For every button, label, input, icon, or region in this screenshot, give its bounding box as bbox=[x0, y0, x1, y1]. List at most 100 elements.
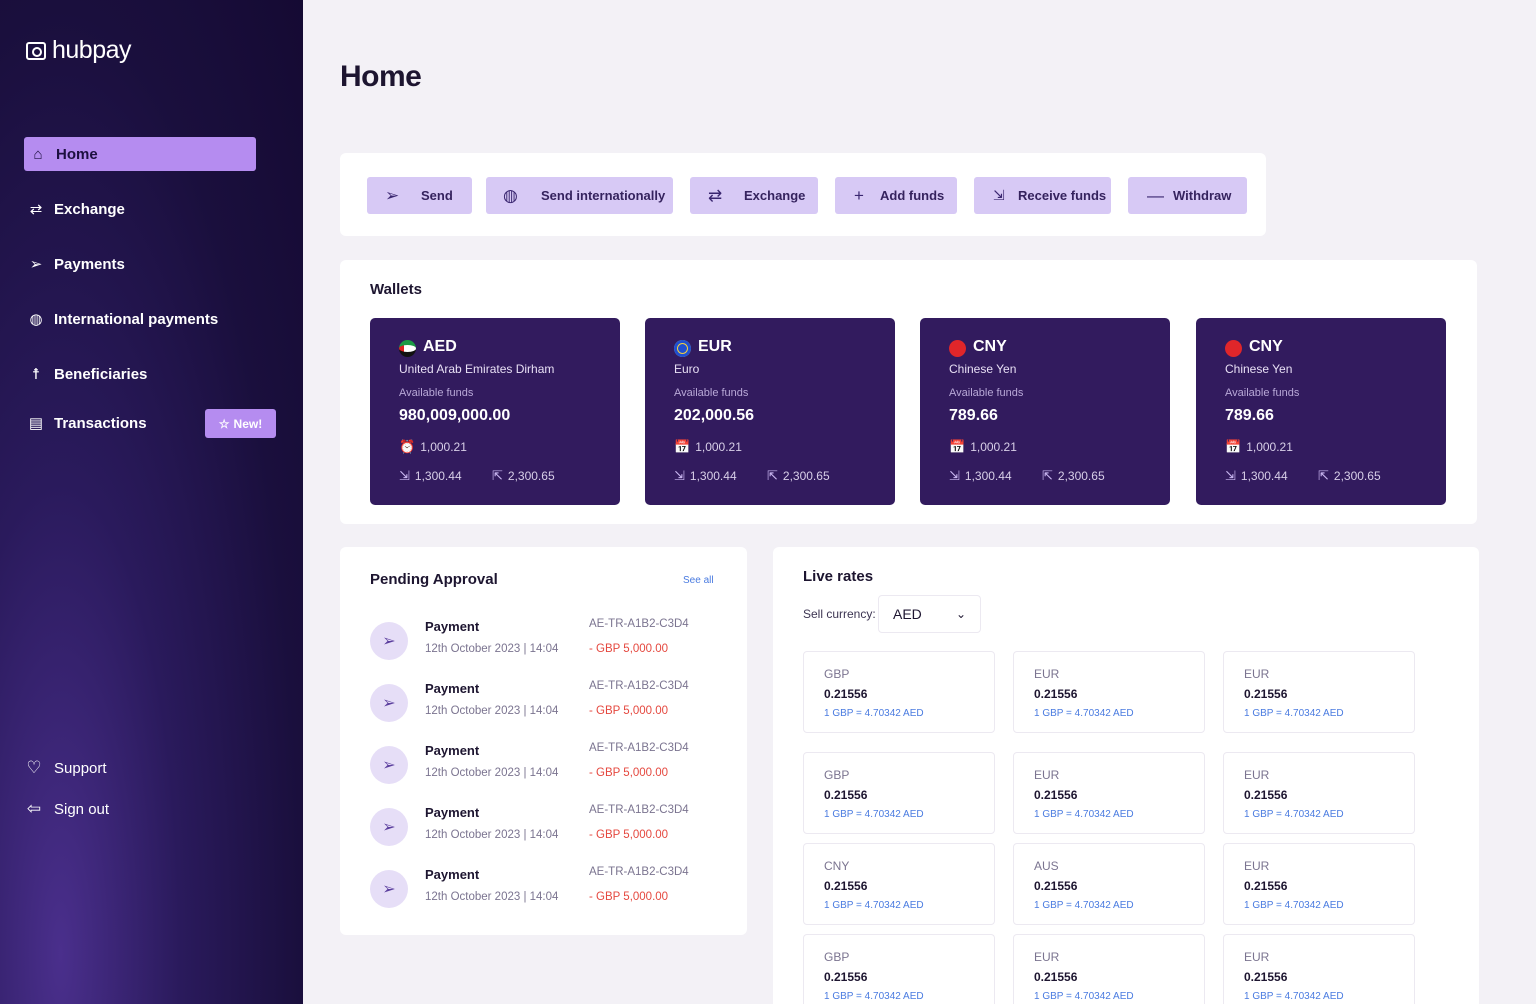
pending-item-ref: AE-TR-A1B2-C3D4 bbox=[589, 804, 689, 816]
rate-card[interactable]: EUR 0.21556 1 GBP = 4.70342 AED bbox=[1223, 752, 1415, 834]
sell-currency-select[interactable]: AED ⌄ bbox=[878, 595, 981, 633]
wallet-incoming: ⇲ 1,300.44 bbox=[1225, 468, 1288, 484]
live-rates-title: Live rates bbox=[803, 568, 874, 585]
wallet-outgoing-value: 2,300.65 bbox=[1057, 469, 1105, 483]
pending-item-title: Payment bbox=[425, 619, 480, 634]
wallet-incoming: ⇲ 1,300.44 bbox=[399, 468, 462, 484]
quick-actions-bar: ➢ Send ◍ Send internationally ⇄ Exchange… bbox=[340, 153, 1266, 236]
wallet-scheduled-value: 1,000.21 bbox=[970, 440, 1017, 454]
exchange-button-label: Exchange bbox=[744, 188, 806, 203]
sidebar-item-home[interactable]: ⌂ Home bbox=[24, 137, 256, 171]
pending-item-date: 12th October 2023 | 14:04 bbox=[425, 767, 559, 779]
rate-card[interactable]: EUR 0.21556 1 GBP = 4.70342 AED bbox=[1013, 651, 1205, 733]
rate-value: 0.21556 bbox=[1244, 879, 1288, 893]
receive-funds-button[interactable]: ⇲ Receive funds bbox=[974, 177, 1111, 214]
rate-note: 1 GBP = 4.70342 AED bbox=[1034, 708, 1134, 719]
pending-item[interactable]: ➢ Payment 12th October 2023 | 14:04 AE-T… bbox=[370, 864, 730, 914]
rate-card[interactable]: GBP 0.21556 1 GBP = 4.70342 AED bbox=[803, 934, 995, 1004]
wallet-card[interactable]: EUR Euro Available funds 202,000.56 📅 1,0… bbox=[645, 318, 895, 505]
rate-card[interactable]: EUR 0.21556 1 GBP = 4.70342 AED bbox=[1223, 934, 1415, 1004]
wallet-amount: 789.66 bbox=[1225, 407, 1274, 424]
rate-currency: EUR bbox=[1034, 768, 1060, 782]
sidebar-item-label: Exchange bbox=[54, 200, 125, 218]
outgoing-icon: ⇱ bbox=[1318, 468, 1329, 483]
rate-value: 0.21556 bbox=[824, 879, 868, 893]
send-internationally-button[interactable]: ◍ Send internationally bbox=[486, 177, 673, 214]
sidebar-item-international-payments[interactable]: ◍ International payments bbox=[24, 302, 256, 336]
wallet-amount: 789.66 bbox=[949, 407, 998, 424]
send-button[interactable]: ➢ Send bbox=[367, 177, 472, 214]
wallet-scheduled-value: 1,000.21 bbox=[695, 440, 742, 454]
rate-card[interactable]: EUR 0.21556 1 GBP = 4.70342 AED bbox=[1223, 843, 1415, 925]
wallet-outgoing-value: 2,300.65 bbox=[1333, 469, 1381, 483]
calendar-icon: 📅 bbox=[674, 439, 691, 454]
rate-note: 1 GBP = 4.70342 AED bbox=[824, 809, 924, 820]
flag-eur-icon bbox=[674, 340, 691, 357]
pending-item[interactable]: ➢ Payment 12th October 2023 | 14:04 AE-T… bbox=[370, 678, 730, 728]
page-title: Home bbox=[340, 60, 422, 93]
rate-value: 0.21556 bbox=[824, 788, 868, 802]
add-funds-label: Add funds bbox=[880, 188, 945, 203]
rate-card[interactable]: CNY 0.21556 1 GBP = 4.70342 AED bbox=[803, 843, 995, 925]
rate-card[interactable]: EUR 0.21556 1 GBP = 4.70342 AED bbox=[1013, 934, 1205, 1004]
wallet-card[interactable]: CNY Chinese Yen Available funds 789.66 📅… bbox=[920, 318, 1170, 505]
pending-item-title: Payment bbox=[425, 743, 480, 758]
wallet-scheduled: 📅 1,000.21 bbox=[674, 439, 742, 455]
pending-item[interactable]: ➢ Payment 12th October 2023 | 14:04 AE-T… bbox=[370, 802, 730, 852]
pending-item-ref: AE-TR-A1B2-C3D4 bbox=[589, 742, 689, 754]
pending-item-amount: - GBP 5,000.00 bbox=[589, 705, 669, 717]
sidebar-item-label: Home bbox=[56, 145, 98, 163]
rate-card[interactable]: AUS 0.21556 1 GBP = 4.70342 AED bbox=[1013, 843, 1205, 925]
send-icon: ➢ bbox=[29, 256, 43, 273]
rate-currency: GBP bbox=[824, 667, 850, 681]
rate-currency: EUR bbox=[1244, 950, 1270, 964]
receive-icon: ⇲ bbox=[993, 187, 1005, 203]
pending-item-amount: - GBP 5,000.00 bbox=[589, 829, 669, 841]
rate-note: 1 GBP = 4.70342 AED bbox=[1244, 991, 1344, 1002]
rate-currency: EUR bbox=[1244, 859, 1270, 873]
exchange-button[interactable]: ⇄ Exchange bbox=[690, 177, 818, 214]
wallet-available-label: Available funds bbox=[399, 387, 474, 399]
wallet-available-label: Available funds bbox=[949, 387, 1024, 399]
rate-card[interactable]: EUR 0.21556 1 GBP = 4.70342 AED bbox=[1013, 752, 1205, 834]
rate-value: 0.21556 bbox=[824, 970, 868, 984]
wallet-card[interactable]: AED United Arab Emirates Dirham Availabl… bbox=[370, 318, 620, 505]
outgoing-icon: ⇱ bbox=[767, 468, 778, 483]
rate-card[interactable]: GBP 0.21556 1 GBP = 4.70342 AED bbox=[803, 752, 995, 834]
wallet-available-label: Available funds bbox=[674, 387, 749, 399]
rate-note: 1 GBP = 4.70342 AED bbox=[824, 991, 924, 1002]
wallet-outgoing-value: 2,300.65 bbox=[782, 469, 830, 483]
sidebar-item-label: Payments bbox=[54, 255, 125, 273]
sidebar-item-beneficiaries[interactable]: ☨ Beneficiaries bbox=[24, 357, 256, 391]
pending-item[interactable]: ➢ Payment 12th October 2023 | 14:04 AE-T… bbox=[370, 740, 730, 790]
rate-card[interactable]: GBP 0.21556 1 GBP = 4.70342 AED bbox=[803, 651, 995, 733]
add-funds-button[interactable]: + Add funds bbox=[835, 177, 957, 214]
incoming-icon: ⇲ bbox=[949, 468, 960, 483]
wallet-amount: 202,000.56 bbox=[674, 407, 755, 424]
wallet-outgoing-value: 2,300.65 bbox=[507, 469, 555, 483]
wallet-outgoing: ⇱ 2,300.65 bbox=[767, 468, 830, 484]
wallet-incoming-value: 1,300.44 bbox=[964, 469, 1012, 483]
flag-aed-icon bbox=[399, 340, 416, 357]
star-icon: ☆ bbox=[218, 416, 230, 431]
logo-text: hubpay bbox=[52, 36, 132, 64]
withdraw-button[interactable]: — Withdraw bbox=[1128, 177, 1247, 214]
exchange-icon: ⇄ bbox=[708, 185, 723, 205]
wallet-incoming-value: 1,300.44 bbox=[414, 469, 462, 483]
outgoing-icon: ⇱ bbox=[492, 468, 503, 483]
rate-currency: EUR bbox=[1034, 667, 1060, 681]
logo[interactable]: hubpay bbox=[26, 36, 132, 65]
pending-item[interactable]: ➢ Payment 12th October 2023 | 14:04 AE-T… bbox=[370, 616, 730, 666]
see-all-link[interactable]: See all bbox=[683, 575, 714, 586]
sidebar-item-payments[interactable]: ➢ Payments bbox=[24, 247, 256, 281]
sidebar-item-exchange[interactable]: ⇄ Exchange bbox=[24, 192, 256, 226]
logo-icon bbox=[26, 41, 46, 60]
rate-value: 0.21556 bbox=[1034, 879, 1078, 893]
wallet-card[interactable]: CNY Chinese Yen Available funds 789.66 📅… bbox=[1196, 318, 1446, 505]
pending-item-title: Payment bbox=[425, 805, 480, 820]
sign-out-link[interactable]: ⇦ Sign out bbox=[24, 799, 109, 819]
sidebar-item-transactions[interactable]: ▤ Transactions bbox=[24, 406, 204, 440]
support-link[interactable]: ♡ Support bbox=[24, 758, 106, 778]
wallet-incoming-value: 1,300.44 bbox=[689, 469, 737, 483]
rate-card[interactable]: EUR 0.21556 1 GBP = 4.70342 AED bbox=[1223, 651, 1415, 733]
